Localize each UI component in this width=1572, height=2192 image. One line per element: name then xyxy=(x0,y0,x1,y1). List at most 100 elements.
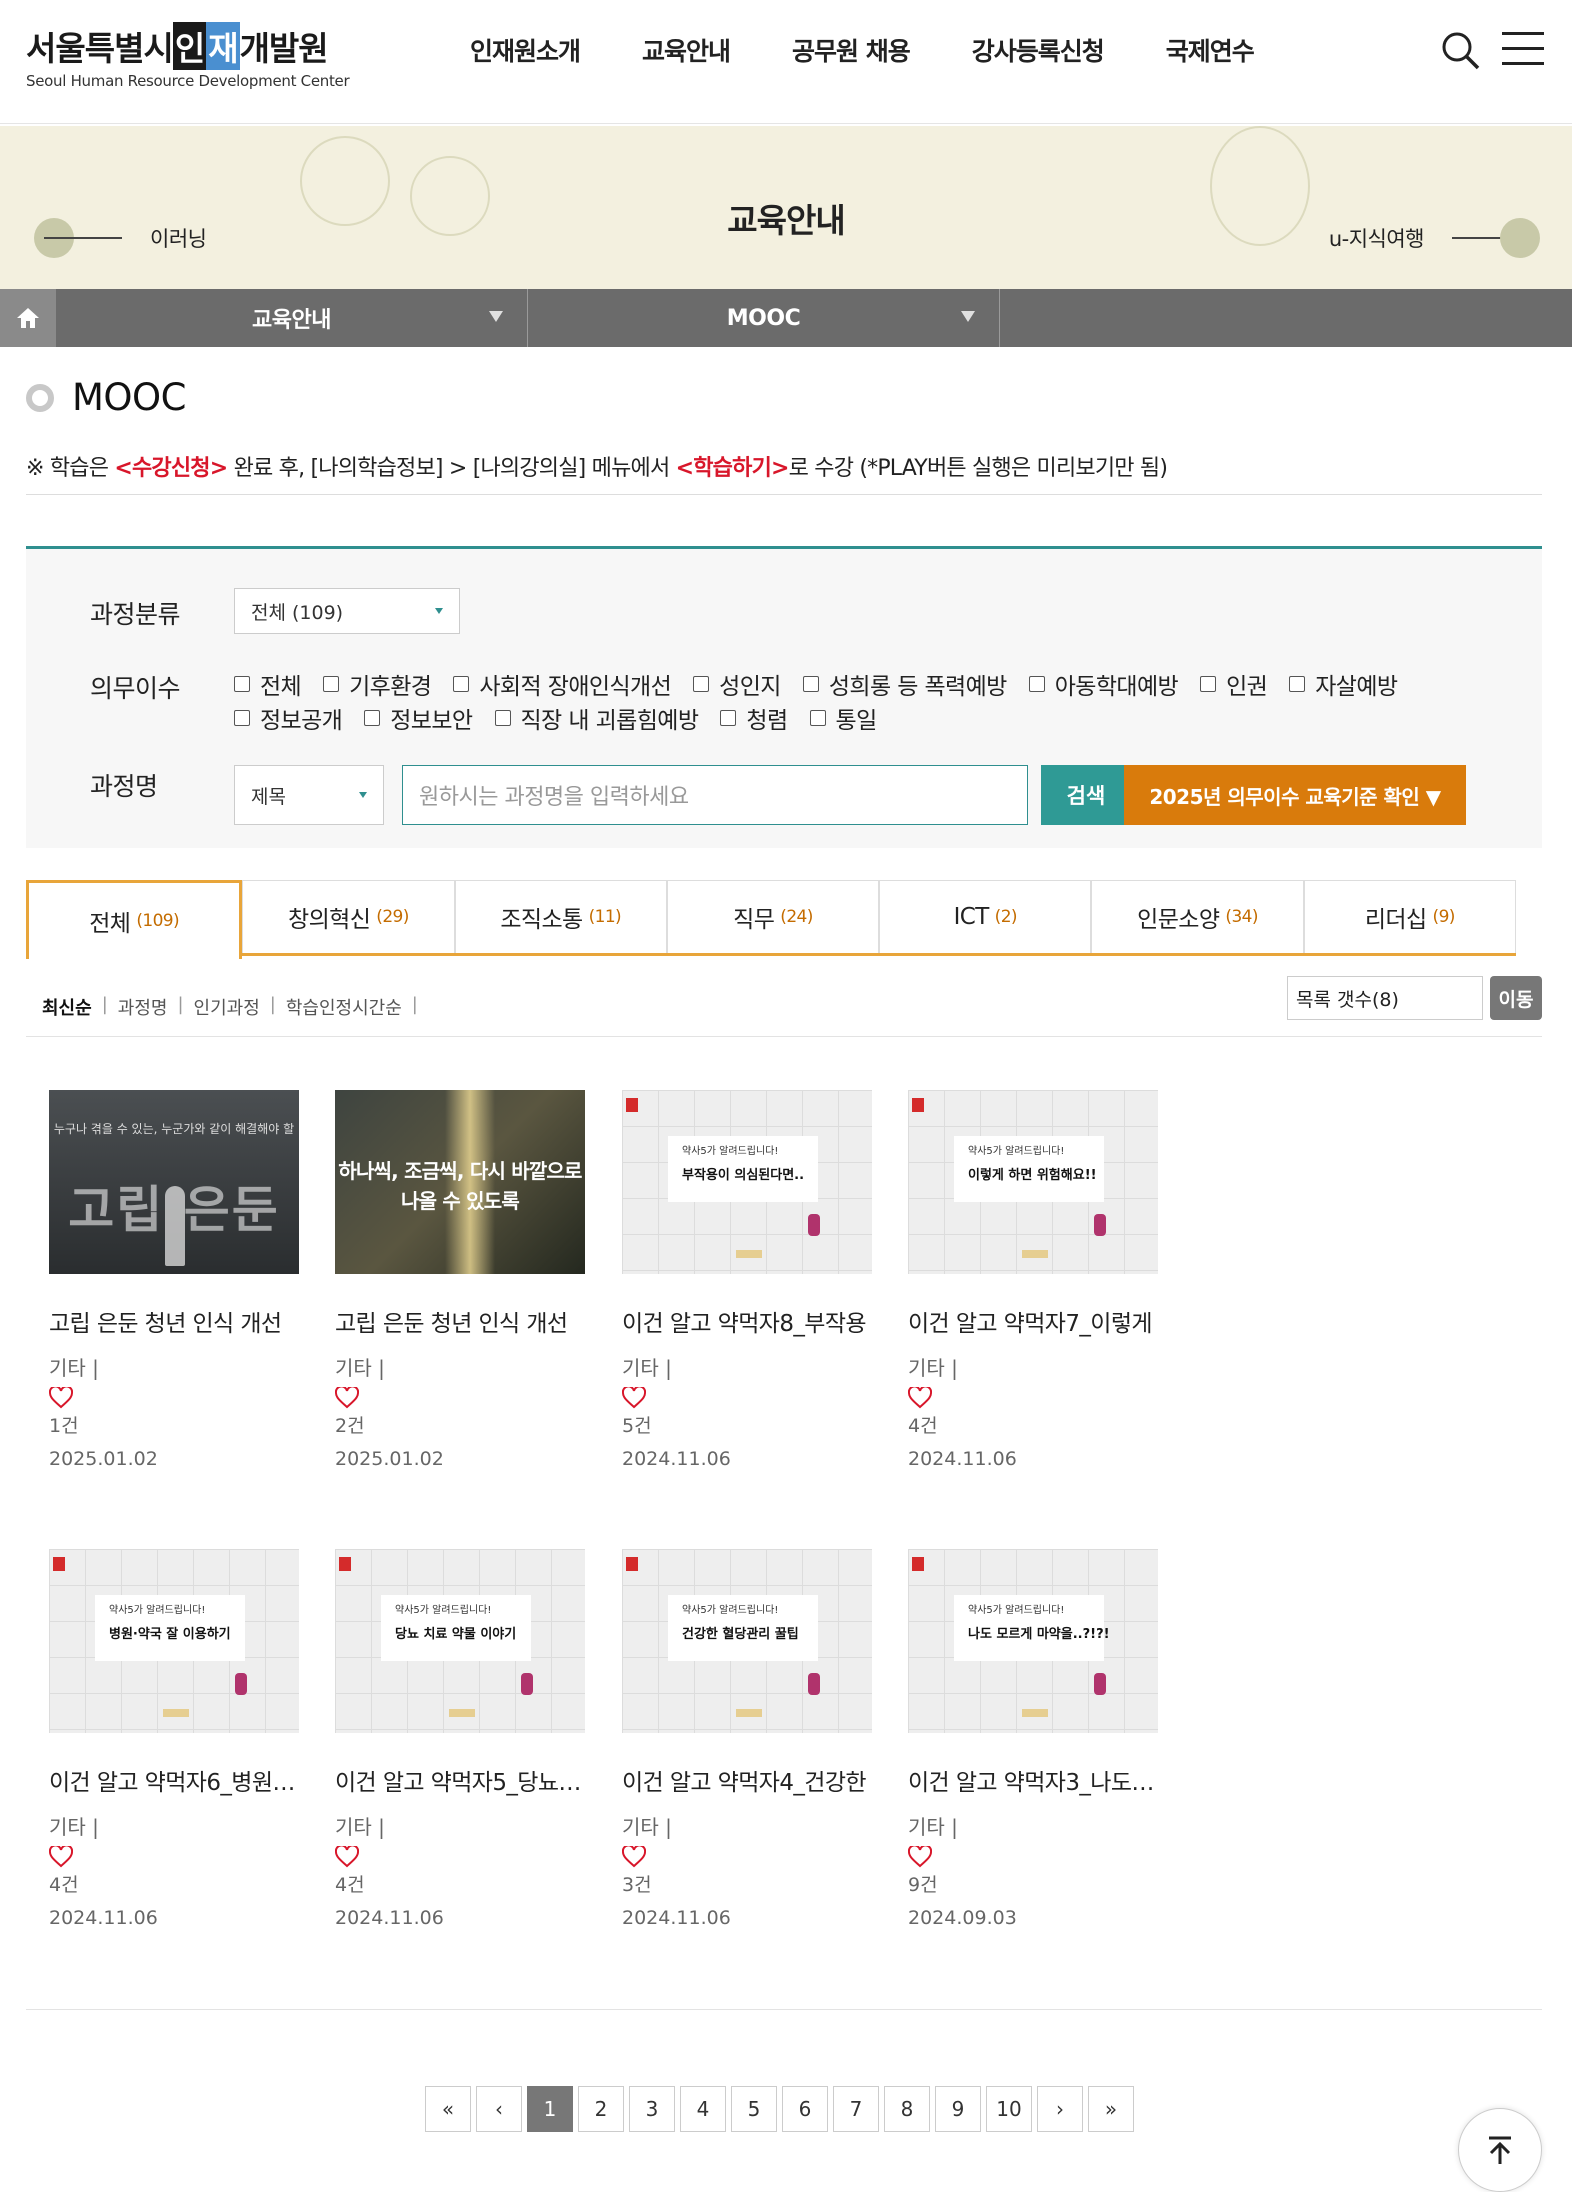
next-section-label: u-지식여행 xyxy=(1328,227,1425,251)
search-button[interactable]: 검색 xyxy=(1041,765,1131,825)
heart-icon[interactable] xyxy=(48,1385,74,1409)
scroll-top-icon[interactable] xyxy=(1458,2108,1542,2192)
heart-icon[interactable] xyxy=(907,1844,933,1868)
heart-icon[interactable] xyxy=(334,1385,360,1409)
checkbox-child-abuse-prevention[interactable]: 아동학대예방 xyxy=(1028,667,1179,701)
nav-item-recruit[interactable]: 공무원 채용 xyxy=(792,32,911,68)
checkbox-human-rights[interactable]: 인권 xyxy=(1200,667,1268,701)
tab-org-communication[interactable]: 조직소통 (11) xyxy=(454,880,667,953)
caret-down-icon xyxy=(435,608,443,614)
page-number[interactable]: 1 xyxy=(527,2086,573,2132)
page-number[interactable]: 2 xyxy=(578,2086,624,2132)
course-card[interactable]: 누구나 겪을 수 있는, 누군가와 같이 해결해야 할 고립 은둔 고립 은둔 … xyxy=(48,1090,299,1470)
checkbox-unification[interactable]: 통일 xyxy=(809,701,877,735)
heart-icon[interactable] xyxy=(621,1385,647,1409)
page-number[interactable]: 5 xyxy=(731,2086,777,2132)
location-depth2-select[interactable]: MOOC xyxy=(528,289,1000,347)
home-icon[interactable] xyxy=(0,289,56,347)
course-card[interactable]: 약사5가 알려드립니다! 당뇨 치료 약물 이야기 이건 알고 약먹자5_당뇨 … xyxy=(334,1549,585,1929)
page-number[interactable]: 10 xyxy=(986,2086,1032,2132)
caret-down-icon xyxy=(961,311,975,322)
sort-latest[interactable]: 최신순 xyxy=(42,994,92,1020)
sort-study-hours[interactable]: 학습인정시간순 xyxy=(286,994,402,1020)
checkbox-workplace-harassment[interactable]: 직장 내 괴롭힘예방 xyxy=(494,701,699,735)
course-date: 2025.01.02 xyxy=(335,1448,444,1470)
tab-leadership[interactable]: 리더십 (9) xyxy=(1303,880,1516,953)
course-category: 기타 | xyxy=(908,1815,958,1839)
tab-job[interactable]: 직무 (24) xyxy=(666,880,880,953)
tab-all[interactable]: 전체 (109) xyxy=(26,880,243,959)
course-card[interactable]: 하나씩, 조금씩, 다시 바깥으로 나올 수 있도록 고립 은둔 청년 인식 개… xyxy=(334,1090,585,1470)
nav-item-about[interactable]: 인재원소개 xyxy=(470,32,581,68)
site-header: 서울특별시인 재개발원 Seoul Human Resource Developm… xyxy=(0,0,1572,124)
heart-icon[interactable] xyxy=(907,1385,933,1409)
mandatory-checkbox-row-2: 정보공개 정보보안 직장 내 괴롭힘예방 청렴 통일 xyxy=(234,701,899,735)
course-card[interactable]: 약사5가 알려드립니다! 부작용이 의심된다면.. 이건 알고 약먹자8_부작용… xyxy=(621,1090,872,1470)
page-number[interactable]: 3 xyxy=(629,2086,675,2132)
course-thumbnail: 약사5가 알려드립니다! 이렇게 하면 위험해요!! xyxy=(908,1090,1158,1274)
nav-item-international[interactable]: 국제연수 xyxy=(1166,32,1255,68)
tab-humanities[interactable]: 인문소양 (34) xyxy=(1091,880,1304,953)
course-search-input[interactable]: 원하시는 과정명을 입력하세요 xyxy=(402,765,1028,825)
checkbox-climate[interactable]: 기후환경 xyxy=(323,667,432,701)
location-depth1-select[interactable]: 교육안내 xyxy=(56,289,528,347)
checkbox-disability-awareness[interactable]: 사회적 장애인식개선 xyxy=(453,667,672,701)
prev-section-link[interactable]: 이러닝 xyxy=(34,218,207,258)
course-card[interactable]: 약사5가 알려드립니다! 병원·약국 잘 이용하기 이건 알고 약먹자6_병원,… xyxy=(48,1549,299,1929)
prev-section-label: 이러닝 xyxy=(150,227,207,251)
page-number[interactable]: 9 xyxy=(935,2086,981,2132)
sort-popular[interactable]: 인기과정 xyxy=(194,994,260,1020)
heart-icon[interactable] xyxy=(621,1844,647,1868)
course-title: 이건 알고 약먹자6_병원, 약국 xyxy=(49,1770,299,1796)
checkbox-gender-awareness[interactable]: 성인지 xyxy=(693,667,781,701)
like-count: 9건 xyxy=(908,1874,938,1896)
checkbox-suicide-prevention[interactable]: 자살예방 xyxy=(1289,667,1398,701)
page-number[interactable]: 4 xyxy=(680,2086,726,2132)
heart-icon[interactable] xyxy=(334,1844,360,1868)
course-card[interactable]: 약사5가 알려드립니다! 이렇게 하면 위험해요!! 이건 알고 약먹자7_이렇… xyxy=(907,1090,1158,1470)
caret-down-icon xyxy=(359,792,367,798)
category-label: 과정분류 xyxy=(90,600,181,629)
checkbox-all[interactable]: 전체 xyxy=(234,667,302,701)
course-card[interactable]: 약사5가 알려드립니다! 건강한 혈당관리 꿀팁 이건 알고 약먹자4_건강한 … xyxy=(621,1549,872,1929)
next-page-button[interactable]: › xyxy=(1037,2086,1083,2132)
page-number[interactable]: 6 xyxy=(782,2086,828,2132)
checkbox-violence-prevention[interactable]: 성희롱 등 폭력예방 xyxy=(802,667,1007,701)
search-icon[interactable] xyxy=(1440,30,1482,72)
checkbox-info-disclosure[interactable]: 정보공개 xyxy=(234,701,343,735)
course-card[interactable]: 약사5가 알려드립니다! 나도 모르게 마약을..?!?! 이건 알고 약먹자3… xyxy=(907,1549,1158,1929)
prev-page-button[interactable]: ‹ xyxy=(476,2086,522,2132)
arrow-right-icon xyxy=(1500,218,1540,258)
list-count-select[interactable]: 목록 갯수(8) xyxy=(1287,976,1483,1020)
last-page-button[interactable]: » xyxy=(1088,2086,1134,2132)
move-button[interactable]: 이동 xyxy=(1490,976,1542,1020)
nav-item-instructor[interactable]: 강사등록신청 xyxy=(972,32,1105,68)
hamburger-menu-icon[interactable] xyxy=(1502,32,1544,70)
site-logo[interactable]: 서울특별시인 재개발원 Seoul Human Resource Developm… xyxy=(26,22,350,90)
tab-ict[interactable]: ICT (2) xyxy=(879,880,1092,953)
checkbox-info-security[interactable]: 정보보안 xyxy=(364,701,473,735)
course-thumbnail: 하나씩, 조금씩, 다시 바깥으로 나올 수 있도록 xyxy=(335,1090,585,1274)
course-name-label: 과정명 xyxy=(90,772,158,801)
checkbox-integrity[interactable]: 청렴 xyxy=(720,701,788,735)
page-title: MOOC xyxy=(26,376,187,419)
sort-options: 최신순 | 과정명 | 인기과정 | 학습인정시간순 | xyxy=(42,994,418,1020)
course-date: 2024.11.06 xyxy=(335,1907,444,1929)
mandatory-checkbox-row-1: 전체 기후환경 사회적 장애인식개선 성인지 성희롱 등 폭력예방 아동학대예방… xyxy=(234,667,1419,701)
heart-icon[interactable] xyxy=(48,1844,74,1868)
pagination: « ‹ 1 2 3 4 5 6 7 8 9 10 › » xyxy=(425,2086,1139,2132)
mandatory-standard-button[interactable]: 2025년 의무이수 교육기준 확인 ▼ xyxy=(1124,765,1466,825)
course-title: 고립 은둔 청년 인식 개선 xyxy=(335,1311,568,1337)
sort-course-name[interactable]: 과정명 xyxy=(118,994,168,1020)
category-tabs: 전체 (109) 창의혁신 (29) 조직소통 (11) 직무 (24) ICT (2) … xyxy=(26,880,1516,959)
search-type-select[interactable]: 제목 xyxy=(234,765,384,825)
caret-down-icon xyxy=(489,311,503,322)
page-number[interactable]: 8 xyxy=(884,2086,930,2132)
first-page-button[interactable]: « xyxy=(425,2086,471,2132)
page-number[interactable]: 7 xyxy=(833,2086,879,2132)
next-section-link[interactable]: u-지식여행 xyxy=(1329,218,1540,258)
nav-item-education[interactable]: 교육안내 xyxy=(642,32,731,68)
tab-creative-innovation[interactable]: 창의혁신 (29) xyxy=(242,880,455,953)
course-date: 2024.09.03 xyxy=(908,1907,1017,1929)
category-select[interactable]: 전체 (109) xyxy=(234,588,460,634)
